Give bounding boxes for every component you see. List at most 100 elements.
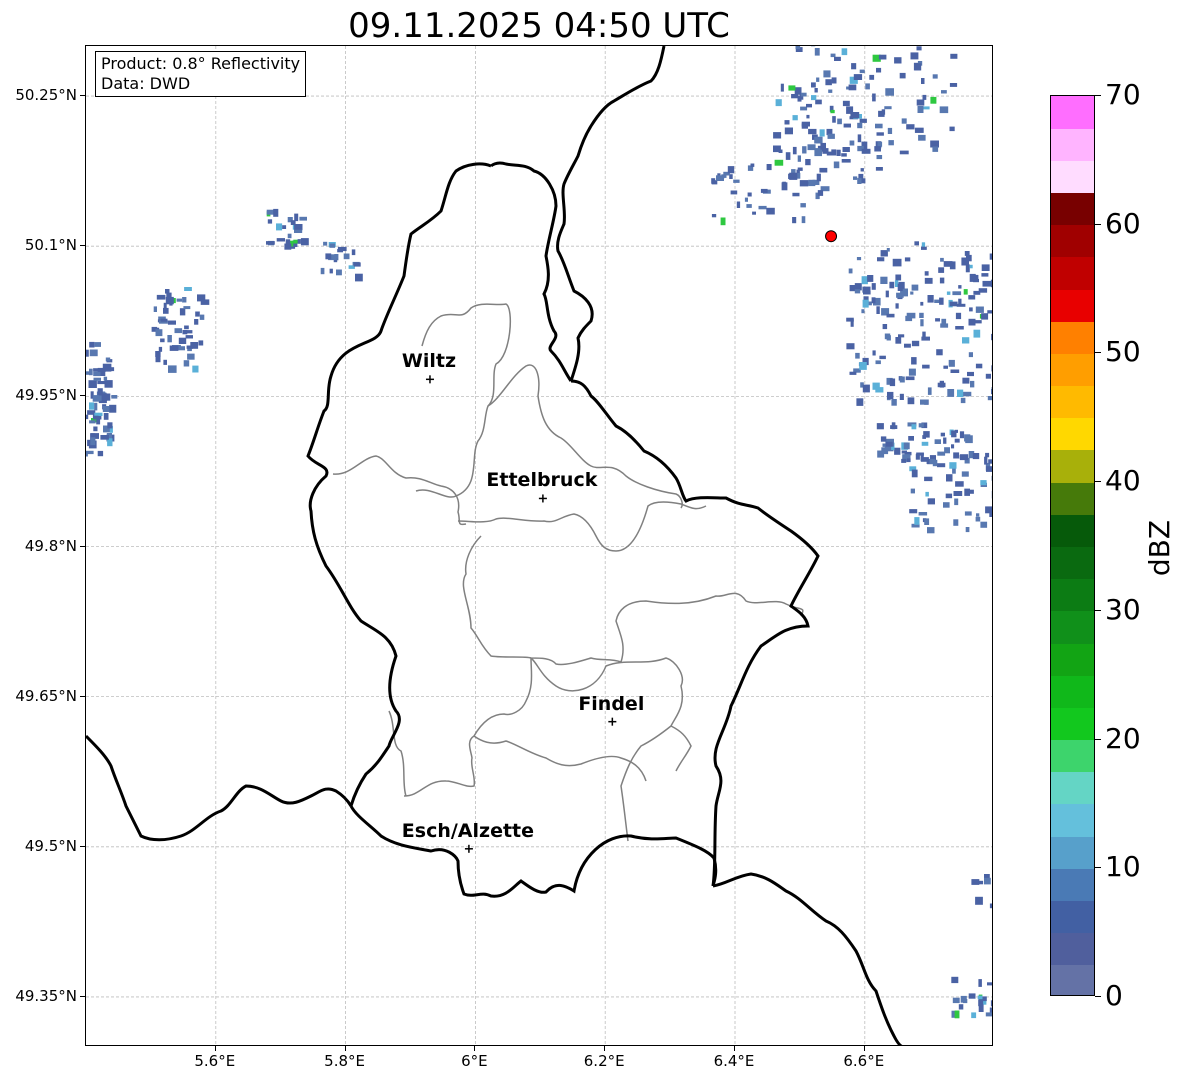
echo-pixel <box>973 329 981 338</box>
echo-pixel <box>353 262 361 267</box>
border-france-belgium <box>86 734 353 842</box>
echo-pixel <box>183 306 191 310</box>
echo-pixel <box>758 205 767 210</box>
echo-pixel <box>894 447 901 455</box>
colorbar-tick-label: 70 <box>1105 78 1141 111</box>
echo-pixel <box>832 116 836 123</box>
city-marker <box>425 375 434 384</box>
echo-pixel <box>830 109 835 114</box>
colorbar-segment <box>1051 610 1094 644</box>
echo-pixel <box>94 342 101 347</box>
radar-map[interactable] <box>85 45 993 1046</box>
echo-pixel <box>194 319 199 325</box>
echo-pixel <box>963 289 968 295</box>
echo-pixel <box>102 406 110 412</box>
page-title: 09.11.2025 04:50 UTC <box>348 6 730 46</box>
echo-pixel <box>988 459 992 464</box>
echo-pixel <box>856 257 862 261</box>
echo-pixel <box>784 127 793 135</box>
echo-pixel <box>86 414 89 420</box>
echo-pixel <box>861 148 871 154</box>
echo-pixel <box>966 254 972 262</box>
echo-pixel <box>853 74 863 80</box>
echo-pixel <box>88 380 97 388</box>
echo-pixel <box>869 74 875 80</box>
echo-pixel <box>911 469 918 478</box>
lon-tick-label: 6.6°E <box>843 1052 885 1070</box>
echo-pixel <box>887 391 894 399</box>
colorbar-segment <box>1051 546 1094 580</box>
echo-pixel <box>325 253 332 260</box>
echo-pixel <box>774 159 784 166</box>
colorbar-segment <box>1051 868 1094 901</box>
echo-pixel <box>781 182 788 191</box>
echo-pixel <box>878 110 885 117</box>
echo-pixel <box>954 1010 960 1019</box>
echo-pixel <box>826 151 835 156</box>
echo-pixel <box>941 318 947 326</box>
echo-pixel <box>930 140 939 148</box>
echo-pixel <box>111 395 118 399</box>
echo-pixel <box>882 324 888 330</box>
echo-pixel <box>919 312 924 318</box>
colorbar-segment <box>1051 160 1094 194</box>
echo-pixel <box>895 274 902 281</box>
lon-tick-mark <box>214 1046 216 1051</box>
canton-border-wiltz-south <box>332 455 467 526</box>
echo-pixel <box>951 430 957 438</box>
echo-pixel <box>811 82 816 88</box>
echo-pixel <box>87 410 96 415</box>
echo-pixel <box>958 1004 964 1010</box>
echo-pixel <box>857 134 862 143</box>
echo-pixel <box>927 527 935 534</box>
echo-pixel <box>911 424 917 430</box>
echo-pixel <box>199 314 205 320</box>
colorbar-tick-mark <box>1095 867 1101 869</box>
colorbar-tick-mark <box>1095 609 1101 611</box>
colorbar-segment <box>1051 482 1094 515</box>
echo-pixel <box>940 257 944 262</box>
echo-pixel <box>792 192 800 197</box>
echo-pixel <box>901 458 907 463</box>
echo-pixel <box>980 521 988 528</box>
colorbar-segment <box>1051 417 1094 451</box>
echo-pixel <box>969 307 973 312</box>
echo-pixel <box>924 476 933 482</box>
echo-pixel <box>892 258 902 267</box>
echo-pixel <box>802 146 807 154</box>
echo-pixel <box>922 364 930 369</box>
echo-pixel <box>841 153 847 157</box>
echo-pixel <box>910 291 914 295</box>
echo-pixel <box>965 264 970 273</box>
colorbar-segment <box>1051 771 1094 805</box>
colorbar-segment <box>1051 224 1094 258</box>
echo-pixel <box>788 85 796 91</box>
echo-pixel <box>911 340 920 347</box>
colorbar-tick-label: 40 <box>1105 464 1141 498</box>
echo-pixel <box>862 384 870 393</box>
echo-pixel <box>884 106 892 110</box>
lon-tick-label: 6.2°E <box>583 1052 625 1070</box>
echo-pixel <box>104 380 113 388</box>
radar-site-marker[interactable] <box>825 230 838 243</box>
echo-pixel <box>867 275 874 282</box>
echo-pixel <box>86 349 89 357</box>
lat-tick-mark <box>80 995 85 997</box>
echo-pixel <box>775 99 782 107</box>
echo-pixel <box>880 276 888 284</box>
echo-pixel <box>917 106 924 113</box>
echo-pixel <box>320 267 325 275</box>
city-marker <box>538 494 547 503</box>
echo-pixel <box>962 377 970 384</box>
echo-pixel <box>811 95 817 101</box>
echo-pixel <box>922 435 926 439</box>
city-label: Wiltz <box>401 350 457 373</box>
colorbar-segment <box>1051 707 1094 741</box>
echo-pixel <box>991 490 992 499</box>
echo-pixel <box>819 129 825 137</box>
echo-pixel <box>978 288 988 293</box>
echo-pixel <box>949 126 955 132</box>
echo-pixel <box>89 402 94 410</box>
echo-pixel <box>969 264 973 269</box>
echo-pixel <box>899 150 909 155</box>
